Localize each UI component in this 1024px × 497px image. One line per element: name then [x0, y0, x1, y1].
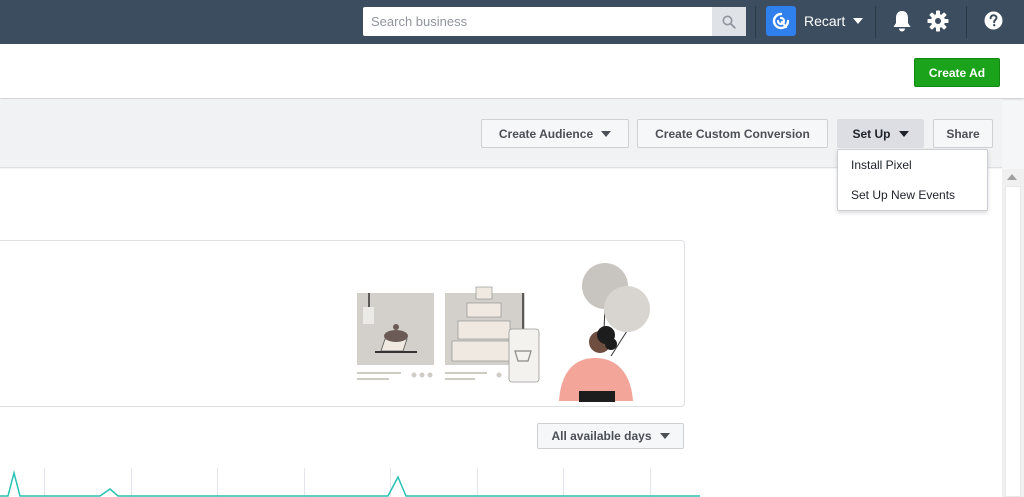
page-header-bar: Create Ad [0, 44, 1024, 98]
main-content: All available days [0, 169, 1002, 497]
setup-label: Set Up [852, 126, 891, 141]
shopping-illustration [357, 263, 650, 402]
gear-icon[interactable] [927, 10, 949, 32]
topbar-separator [875, 6, 876, 38]
create-ad-button[interactable]: Create Ad [914, 58, 1000, 87]
share-label: Share [946, 126, 980, 141]
share-button[interactable]: Share [933, 119, 993, 148]
topbar-separator [966, 6, 967, 38]
scroll-up-arrow-icon[interactable] [1007, 174, 1017, 180]
topbar-separator [755, 6, 756, 38]
account-name: Recart [804, 13, 846, 29]
top-navigation-bar: Recart [0, 0, 1024, 44]
caret-down-icon [898, 130, 909, 137]
create-custom-conversion-label: Create Custom Conversion [655, 126, 810, 141]
caret-down-icon [659, 433, 670, 439]
date-range-dropdown[interactable]: All available days [537, 423, 684, 449]
search-button[interactable] [712, 7, 746, 36]
recart-logo-icon [766, 6, 796, 36]
create-custom-conversion-button[interactable]: Create Custom Conversion [637, 119, 828, 148]
caret-down-icon [853, 18, 864, 24]
activity-chart-line [0, 470, 700, 497]
menu-item-install-pixel[interactable]: Install Pixel [838, 150, 987, 180]
search-icon [722, 15, 736, 29]
account-switcher[interactable]: Recart [766, 5, 864, 37]
menu-item-set-up-new-events[interactable]: Set Up New Events [838, 180, 987, 210]
bell-icon[interactable] [892, 10, 912, 32]
caret-down-icon [601, 130, 612, 137]
search-business-input[interactable] [363, 7, 711, 36]
setup-dropdown-menu: Install Pixel Set Up New Events [837, 149, 988, 211]
empty-state-card [0, 240, 685, 407]
scrollbar-thumb[interactable] [1005, 186, 1021, 497]
help-icon[interactable] [984, 11, 1003, 30]
create-audience-label: Create Audience [498, 126, 594, 141]
search-box [363, 7, 746, 36]
setup-button[interactable]: Set Up [837, 119, 924, 148]
date-range-label: All available days [551, 429, 652, 443]
create-audience-button[interactable]: Create Audience [481, 119, 629, 148]
